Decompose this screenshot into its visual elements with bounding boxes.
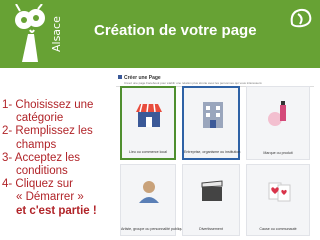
- category-label: Cause ou communauté: [259, 227, 297, 231]
- create-page-subtitle: Créez une page Facebook pour établir une…: [124, 81, 263, 85]
- instruction-step-3-detail: conditions: [16, 165, 68, 178]
- category-label: Divertissement: [199, 227, 223, 231]
- page-title: Création de votre page: [94, 22, 257, 39]
- instruction-step-4: 4- Cliquez sur: [2, 178, 73, 191]
- category-entertainment[interactable]: Divertissement: [182, 164, 240, 236]
- category-cause-community[interactable]: Cause ou communauté: [246, 164, 310, 236]
- category-local-business[interactable]: Lieu ou commerce local: [120, 86, 176, 160]
- instruction-step-1-detail: catégorie: [16, 112, 64, 125]
- page-icon: [118, 75, 122, 79]
- category-label: Entreprise, organisme ou institution: [184, 150, 241, 154]
- instruction-list: 1- Choisissez une catégorie 2- Remplisse…: [2, 99, 114, 218]
- instruction-step-3: 3- Acceptez les: [2, 151, 80, 164]
- instruction-step-1: 1- Choisissez une: [2, 99, 94, 111]
- category-company[interactable]: Entreprise, organisme ou institution: [182, 86, 240, 160]
- brand-text: Alsace: [50, 16, 63, 52]
- instruction-step-2-detail: champs: [16, 138, 57, 151]
- instruction-step-4-detail: « Démarrer »: [16, 191, 84, 204]
- instruction-conclusion: et c'est partie !: [16, 204, 97, 217]
- storefront-icon: [136, 103, 162, 127]
- category-label: Lieu ou commerce local: [129, 150, 167, 154]
- category-label: Artiste, groupe ou personnalité publique: [121, 227, 185, 231]
- product-bottle-icon: [268, 101, 286, 126]
- alsace-region-logo: [290, 8, 312, 28]
- office-building-icon: [203, 102, 223, 128]
- artist-icon: [139, 181, 159, 203]
- facebook-create-page-screenshot: Créer une Page Créez une page Facebook p…: [114, 74, 316, 238]
- film-clapper-icon: [201, 180, 223, 201]
- category-brand-product[interactable]: Marque ou produit: [246, 86, 310, 160]
- category-label: Marque ou produit: [263, 151, 293, 155]
- instruction-step-2: 2- Remplissez les: [2, 125, 93, 138]
- header-banner: Alsace Création de votre page: [0, 0, 320, 68]
- heart-cards-icon: [268, 182, 291, 202]
- category-artist-public-figure[interactable]: Artiste, groupe ou personnalité publique: [120, 164, 185, 236]
